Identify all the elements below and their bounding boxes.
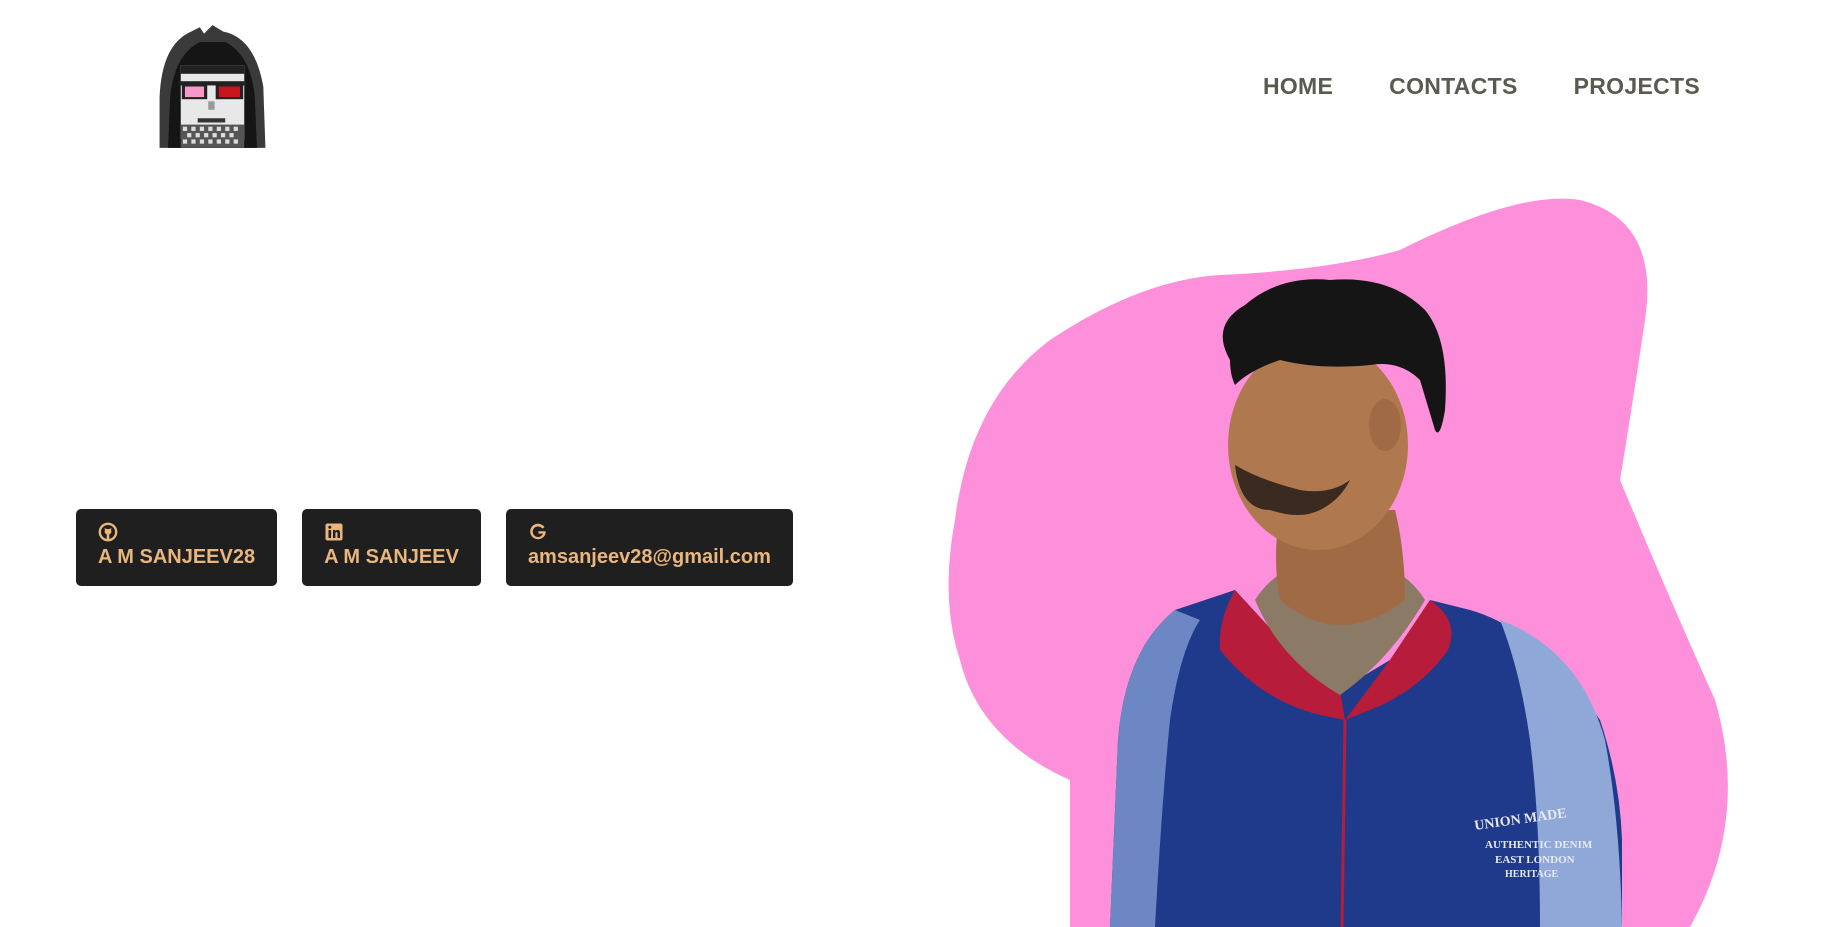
svg-text:HERITAGE: HERITAGE bbox=[1505, 869, 1558, 880]
main-nav: HOME CONTACTS PROJECTS bbox=[1207, 73, 1700, 100]
github-icon bbox=[98, 522, 118, 542]
google-icon bbox=[530, 523, 546, 540]
github-username: A M SANJEEV28 bbox=[98, 546, 256, 568]
contact-buttons: A M SANJEEV28 A M SANJEEV amsanjeev28@gm… bbox=[76, 509, 793, 586]
linkedin-button[interactable]: A M SANJEEV bbox=[302, 509, 481, 586]
email-address: amsanjeev28@gmail.com bbox=[527, 546, 771, 568]
github-button[interactable]: A M SANJEEV28 bbox=[76, 509, 278, 586]
email-button[interactable]: amsanjeev28@gmail.com bbox=[505, 509, 793, 586]
nav-home-link[interactable]: HOME bbox=[1263, 73, 1333, 100]
page: HOME CONTACTS PROJECTS A M SANJEEV28 A M… bbox=[0, 0, 1842, 927]
hero-portrait-image: UNION MADE AUTHENTIC DENIM EAST LONDON H… bbox=[948, 198, 1728, 927]
nav-contacts-link[interactable]: CONTACTS bbox=[1389, 73, 1517, 100]
svg-text:AUTHENTIC DENIM: AUTHENTIC DENIM bbox=[1485, 839, 1593, 851]
linkedin-icon bbox=[325, 523, 343, 541]
nav-projects-link[interactable]: PROJECTS bbox=[1574, 73, 1700, 100]
svg-text:EAST LONDON: EAST LONDON bbox=[1495, 854, 1575, 866]
linkedin-username: A M SANJEEV bbox=[324, 546, 459, 568]
logo-avatar-icon[interactable] bbox=[149, 23, 276, 150]
